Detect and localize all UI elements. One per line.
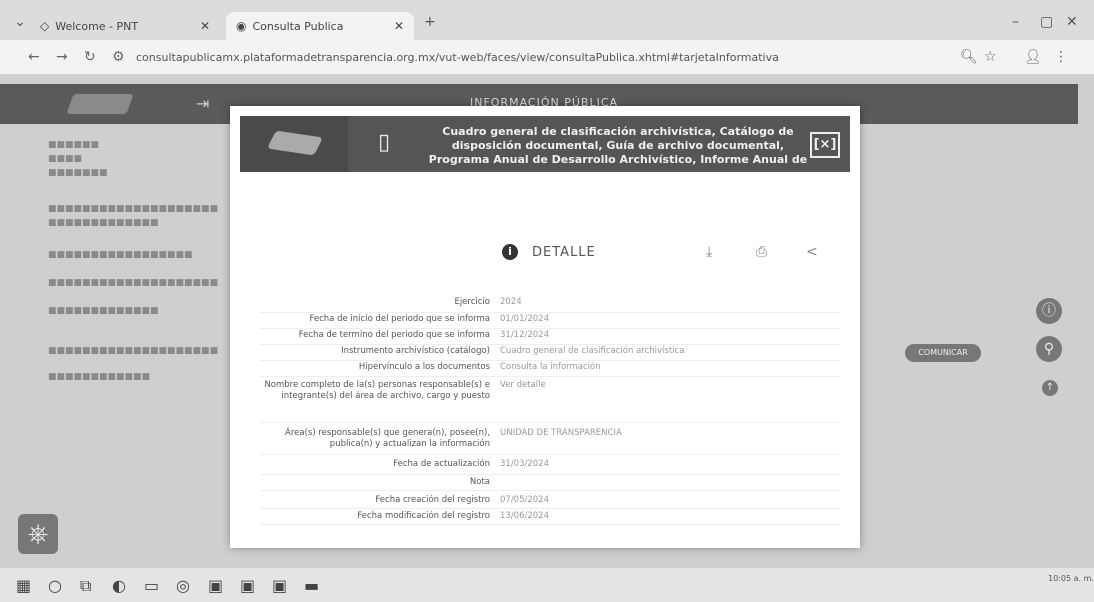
- tab-welcome[interactable]: ◇ Welcome - PNT ✕: [40, 12, 220, 40]
- row-label: Instrumento archivístico (catálogo): [341, 346, 490, 356]
- print-icon[interactable]: ⎙: [756, 244, 767, 260]
- sidebar-placeholder: ■■■■■■■: [48, 168, 108, 178]
- info-icon: i: [502, 244, 518, 260]
- detail-row: Ejercicio 2024: [260, 294, 840, 313]
- row-label: Ejercicio: [454, 297, 490, 307]
- scroll-up-icon[interactable]: ↑: [1042, 380, 1058, 396]
- hipervinculo-link[interactable]: Consulta la información: [500, 362, 601, 373]
- row-value: Cuadro general de clasificación archivís…: [500, 346, 685, 356]
- sidebar-placeholder: ■■■■■■■■■■■■■■■■■■■■: [48, 204, 219, 214]
- media-icon[interactable]: ▬: [304, 576, 319, 595]
- chrome-icon[interactable]: ◎: [176, 576, 190, 595]
- comunicar-button[interactable]: COMUNICAR: [905, 344, 981, 362]
- sidebar-placeholder: ■■■■■■: [48, 140, 100, 150]
- minimize-icon[interactable]: –: [1012, 14, 1019, 30]
- detail-row: Nombre completo de la(s) personas respon…: [260, 376, 840, 423]
- site-settings-icon[interactable]: ⚙: [112, 49, 125, 65]
- bookmark-star-icon[interactable]: ☆: [984, 49, 997, 65]
- row-label: Fecha de inicio del periodo que se infor…: [309, 314, 490, 324]
- menu-kebab-icon[interactable]: ⋮: [1054, 49, 1068, 65]
- back-arrow-icon[interactable]: ←: [28, 49, 40, 65]
- globe-icon: ◉: [236, 19, 247, 33]
- row-label: Fecha de actualización: [393, 459, 490, 469]
- detalle-heading: i DETALLE: [502, 244, 596, 260]
- detail-row: Hipervínculo a los documentos Consulta l…: [260, 360, 840, 377]
- detail-row: Instrumento archivístico (catálogo) Cuad…: [260, 344, 840, 361]
- detail-row: Fecha de inicio del periodo que se infor…: [260, 312, 840, 329]
- url-field[interactable]: consultapublicamx.plataformadetransparen…: [136, 51, 779, 64]
- sidebar-placeholder: ■■■■■■■■■■■■■: [48, 306, 159, 316]
- row-label: Fecha creación del registro: [375, 495, 490, 505]
- detail-row: Área(s) responsable(s) que genera(n), po…: [260, 422, 840, 455]
- detail-row: Fecha de termino del periodo que se info…: [260, 328, 840, 345]
- sidebar-placeholder: ■■■■■■■■■■■■■■■■■: [48, 250, 193, 260]
- logo-icon: [240, 116, 348, 172]
- share-icon[interactable]: <: [806, 244, 818, 260]
- close-icon[interactable]: ✕: [200, 19, 210, 33]
- row-label: Nota: [469, 477, 490, 487]
- search-side-icon[interactable]: ⚲: [1036, 336, 1062, 362]
- address-bar: ← → ↻ ⚙ consultapublicamx.plataformadetr…: [0, 40, 1094, 74]
- reload-icon[interactable]: ↻: [84, 49, 96, 65]
- windows-start-icon[interactable]: ▦: [16, 576, 31, 595]
- search-icon[interactable]: ○: [48, 576, 62, 595]
- row-value: 31/12/2024: [500, 330, 549, 340]
- detail-modal: ▯ Cuadro general de clasificación archiv…: [230, 106, 860, 548]
- row-value: 07/05/2024: [500, 495, 549, 505]
- download-icon[interactable]: ⤓: [706, 244, 712, 260]
- ver-detalle-link[interactable]: Ver detalle: [500, 380, 546, 391]
- tab-title: Welcome - PNT: [55, 19, 139, 33]
- row-label: Nombre completo de la(s) personas respon…: [264, 380, 490, 401]
- detail-row: Fecha de actualización 31/03/2024: [260, 454, 840, 475]
- accessibility-wheel-icon[interactable]: ⎈: [18, 514, 58, 554]
- modal-banner: ▯ Cuadro general de clasificación archiv…: [240, 116, 850, 172]
- sidebar-placeholder: ■■■■: [48, 154, 83, 164]
- window-close-icon[interactable]: ✕: [1066, 14, 1078, 30]
- task-view-icon[interactable]: ⧉: [80, 576, 91, 596]
- profile-icon[interactable]: 👤︎: [1024, 49, 1042, 65]
- row-label: Hipervínculo a los documentos: [358, 362, 490, 372]
- sidebar-placeholder: ■■■■■■■■■■■■■■■■■■■■: [48, 346, 219, 356]
- tab-list-chevron-icon[interactable]: ⌄: [14, 14, 26, 30]
- browser-tab-bar: ⌄ ◇ Welcome - PNT ✕ ◉ Consulta Publica ✕…: [0, 0, 1094, 40]
- sidebar-placeholder: ■■■■■■■■■■■■: [48, 372, 151, 382]
- sidebar-placeholder: ■■■■■■■■■■■■■: [48, 218, 159, 228]
- excel-icon[interactable]: ▣: [272, 576, 287, 595]
- row-value: 01/01/2024: [500, 314, 549, 324]
- close-icon[interactable]: ✕: [394, 19, 404, 33]
- modal-title: Cuadro general de clasificación archivís…: [428, 125, 808, 166]
- zoom-icon[interactable]: 🔍︎: [960, 49, 978, 65]
- page-logo-icon: [66, 94, 134, 114]
- row-value: 31/03/2024: [500, 459, 549, 469]
- row-label: Área(s) responsable(s) que genera(n), po…: [285, 428, 490, 449]
- taskbar: ▦ ○ ⧉ ◐ ▭ ◎ ▣ ▣ ▣ ▬ 10:05 a. m.: [0, 568, 1094, 602]
- detalle-label: DETALLE: [532, 244, 596, 260]
- row-label: Fecha de termino del periodo que se info…: [298, 330, 490, 340]
- taskbar-clock[interactable]: 10:05 a. m.: [1048, 574, 1094, 584]
- page-login-icon[interactable]: ⇥: [196, 94, 209, 113]
- modal-close-button[interactable]: [×]: [810, 132, 840, 158]
- detail-row: Fecha creación del registro 07/05/2024: [260, 490, 840, 509]
- forward-arrow-icon[interactable]: →: [56, 49, 68, 65]
- new-tab-icon[interactable]: +: [424, 14, 436, 30]
- tab-title: Consulta Publica: [252, 19, 344, 33]
- row-value: 13/06/2024: [500, 511, 549, 521]
- info-side-icon[interactable]: ⓘ: [1036, 298, 1062, 324]
- file-explorer-icon[interactable]: ▭: [144, 576, 159, 595]
- sidebar-placeholder: ■■■■■■■■■■■■■■■■■■■■: [48, 278, 219, 288]
- row-label: Fecha modificación del registro: [357, 511, 490, 521]
- outlook-icon[interactable]: ▣: [208, 576, 223, 595]
- edge-browser-icon[interactable]: ◐: [112, 576, 126, 595]
- document-icon: ▯: [378, 130, 391, 155]
- tab-favicon-icon: ◇: [40, 19, 50, 33]
- detail-row: Nota: [260, 474, 840, 491]
- row-value: UNIDAD DE TRANSPARENCIA: [500, 428, 622, 438]
- word-icon[interactable]: ▣: [240, 576, 255, 595]
- detail-row: Fecha modificación del registro 13/06/20…: [260, 508, 840, 525]
- tab-consulta-publica[interactable]: ◉ Consulta Publica ✕: [226, 12, 414, 40]
- maximize-icon[interactable]: ▢: [1040, 14, 1053, 30]
- row-value: 2024: [500, 297, 522, 307]
